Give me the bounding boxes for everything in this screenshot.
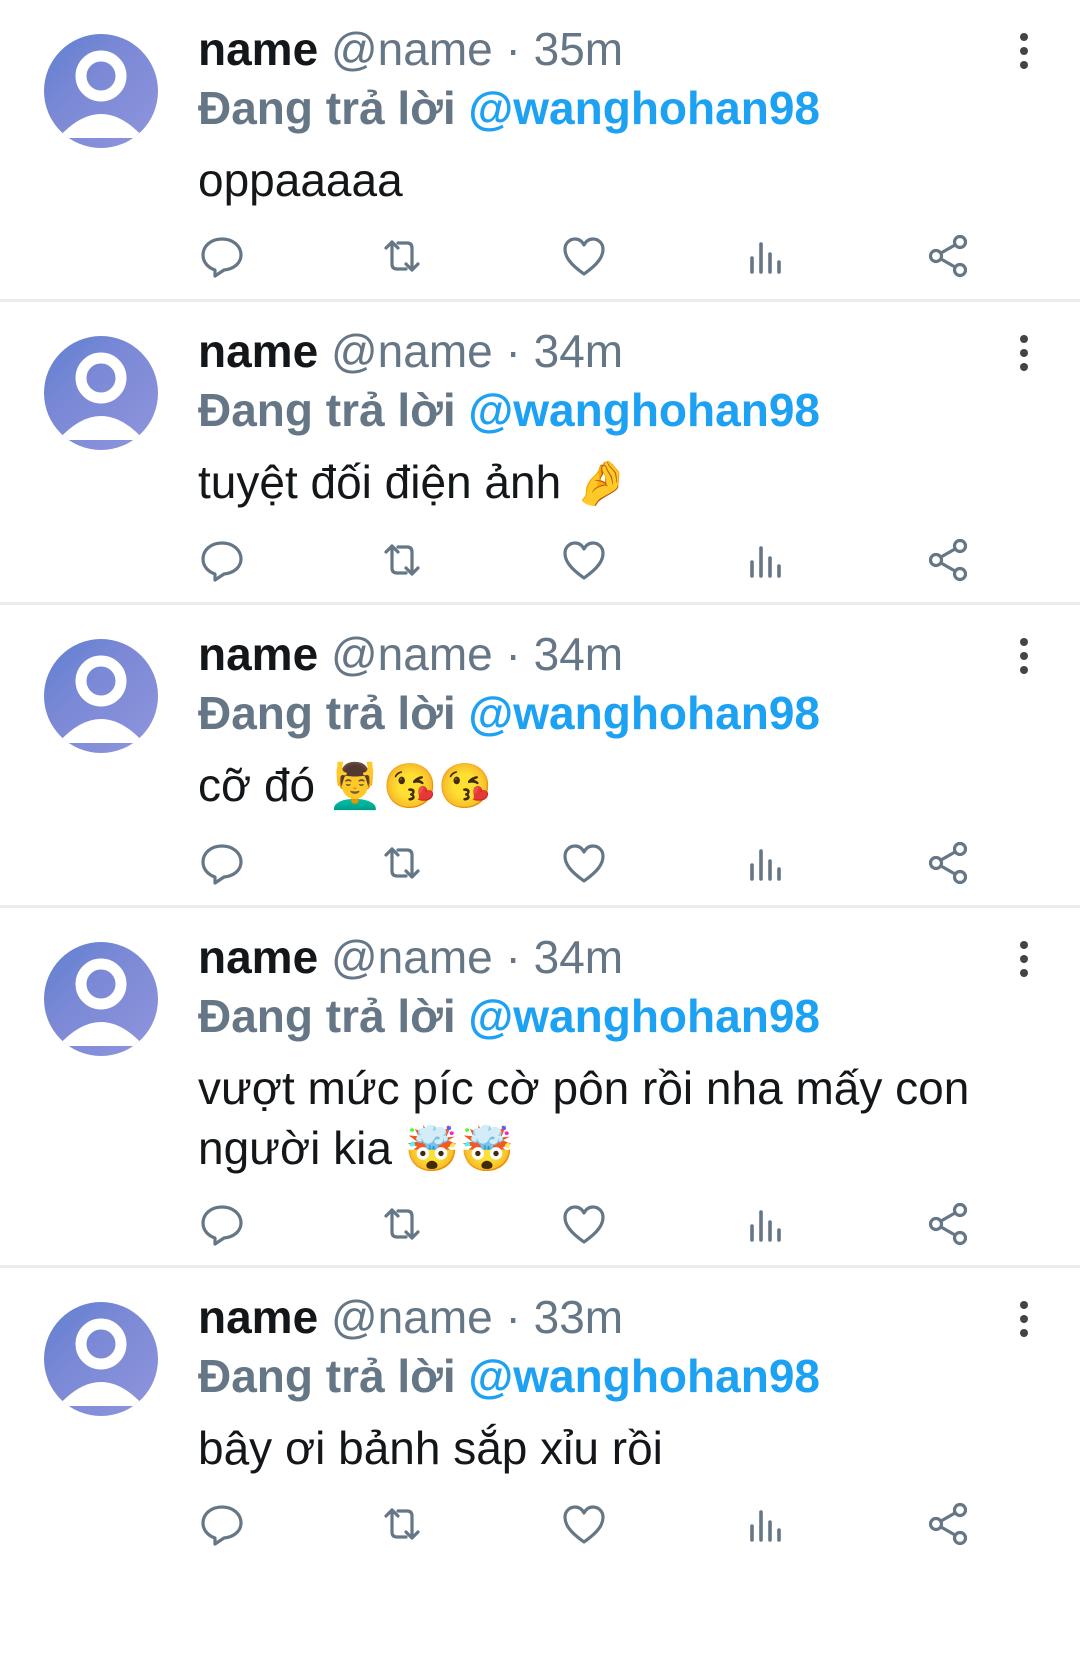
- timestamp[interactable]: 34m: [534, 628, 623, 680]
- reply-feed: name @name · 35m Đang trả lời @wanghohan…: [0, 0, 1080, 1655]
- replying-to-label: Đang trả lời: [198, 1350, 456, 1402]
- mention-link[interactable]: @wanghohan98: [468, 384, 820, 436]
- user-handle[interactable]: @name: [331, 628, 493, 680]
- tweet-header: name @name · 33m: [198, 1286, 1020, 1348]
- replying-to-label: Đang trả lời: [198, 687, 456, 739]
- replying-to-label: Đang trả lời: [198, 990, 456, 1042]
- mention-link[interactable]: @wanghohan98: [468, 82, 820, 134]
- mention-link[interactable]: @wanghohan98: [468, 1350, 820, 1402]
- analytics-icon[interactable]: [742, 1500, 790, 1548]
- tweet[interactable]: name @name · 34m Đang trả lời @wanghohan…: [0, 605, 1080, 908]
- heart-icon[interactable]: [560, 1500, 608, 1548]
- tweet-header: name @name · 34m: [198, 926, 1020, 988]
- emoji: 🤯🤯: [404, 1125, 515, 1174]
- timestamp[interactable]: 34m: [534, 325, 623, 377]
- share-icon[interactable]: [924, 536, 972, 584]
- avatar[interactable]: [44, 1302, 158, 1416]
- tweet-text: bây ơi bảnh sắp xỉu rồi: [198, 1418, 1020, 1478]
- replying-to-label: Đang trả lời: [198, 82, 456, 134]
- heart-icon[interactable]: [560, 1200, 608, 1248]
- tweet[interactable]: name @name · 33m Đang trả lời @wanghohan…: [0, 1268, 1080, 1655]
- reply-icon[interactable]: [198, 1200, 246, 1248]
- display-name[interactable]: name: [198, 628, 318, 680]
- separator-dot: ·: [505, 23, 521, 75]
- display-name[interactable]: name: [198, 931, 318, 983]
- more-vertical-icon[interactable]: [1008, 332, 1040, 374]
- tweet-text-body: cỡ đó: [198, 759, 316, 811]
- more-vertical-icon[interactable]: [1008, 30, 1040, 72]
- user-handle[interactable]: @name: [331, 325, 493, 377]
- reply-icon[interactable]: [198, 839, 246, 887]
- emoji: 💆‍♂️😘😘: [327, 762, 493, 811]
- reply-icon[interactable]: [198, 232, 246, 280]
- action-bar: [198, 232, 1018, 288]
- tweet-header: name @name · 34m: [198, 320, 1020, 382]
- separator-dot: ·: [505, 931, 521, 983]
- tweet[interactable]: name @name · 34m Đang trả lời @wanghohan…: [0, 302, 1080, 605]
- mention-link[interactable]: @wanghohan98: [468, 687, 820, 739]
- display-name[interactable]: name: [198, 325, 318, 377]
- timestamp[interactable]: 33m: [534, 1291, 623, 1343]
- tweet-text: vượt mức píc cờ pôn rồi nha mấy con ngườ…: [198, 1058, 1020, 1180]
- mention-link[interactable]: @wanghohan98: [468, 990, 820, 1042]
- display-name[interactable]: name: [198, 23, 318, 75]
- display-name[interactable]: name: [198, 1291, 318, 1343]
- heart-icon[interactable]: [560, 839, 608, 887]
- emoji: 🤌: [573, 459, 629, 508]
- replying-to-label: Đang trả lời: [198, 384, 456, 436]
- replying-to: Đang trả lời @wanghohan98: [198, 685, 1020, 741]
- more-vertical-icon[interactable]: [1008, 938, 1040, 980]
- replying-to: Đang trả lời @wanghohan98: [198, 382, 1020, 438]
- action-bar: [198, 1500, 1018, 1556]
- reply-icon[interactable]: [198, 1500, 246, 1548]
- retweet-icon[interactable]: [378, 839, 426, 887]
- timestamp[interactable]: 34m: [534, 931, 623, 983]
- retweet-icon[interactable]: [378, 1200, 426, 1248]
- action-bar: [198, 1200, 1018, 1256]
- tweet[interactable]: name @name · 35m Đang trả lời @wanghohan…: [0, 0, 1080, 302]
- separator-dot: ·: [505, 1291, 521, 1343]
- share-icon[interactable]: [924, 1500, 972, 1548]
- action-bar: [198, 536, 1018, 592]
- more-vertical-icon[interactable]: [1008, 635, 1040, 677]
- analytics-icon[interactable]: [742, 536, 790, 584]
- tweet-text: oppaaaaa: [198, 150, 1020, 210]
- avatar[interactable]: [44, 34, 158, 148]
- heart-icon[interactable]: [560, 232, 608, 280]
- analytics-icon[interactable]: [742, 839, 790, 887]
- retweet-icon[interactable]: [378, 536, 426, 584]
- share-icon[interactable]: [924, 1200, 972, 1248]
- tweet-text-body: tuyệt đối điện ảnh: [198, 456, 562, 508]
- tweet-text: cỡ đó 💆‍♂️😘😘: [198, 755, 1020, 817]
- share-icon[interactable]: [924, 839, 972, 887]
- analytics-icon[interactable]: [742, 232, 790, 280]
- retweet-icon[interactable]: [378, 1500, 426, 1548]
- replying-to: Đang trả lời @wanghohan98: [198, 80, 1020, 136]
- reply-icon[interactable]: [198, 536, 246, 584]
- tweet-text-body: oppaaaaa: [198, 154, 403, 206]
- action-bar: [198, 839, 1018, 895]
- replying-to: Đang trả lời @wanghohan98: [198, 988, 1020, 1044]
- user-handle[interactable]: @name: [331, 1291, 493, 1343]
- user-handle[interactable]: @name: [331, 931, 493, 983]
- replying-to: Đang trả lời @wanghohan98: [198, 1348, 1020, 1404]
- user-handle[interactable]: @name: [331, 23, 493, 75]
- tweet-text-body: bây ơi bảnh sắp xỉu rồi: [198, 1422, 663, 1474]
- tweet[interactable]: name @name · 34m Đang trả lời @wanghohan…: [0, 908, 1080, 1268]
- timestamp[interactable]: 35m: [534, 23, 623, 75]
- avatar[interactable]: [44, 639, 158, 753]
- share-icon[interactable]: [924, 232, 972, 280]
- avatar[interactable]: [44, 336, 158, 450]
- tweet-text-body: vượt mức píc cờ pôn rồi nha mấy con ngườ…: [198, 1062, 970, 1174]
- retweet-icon[interactable]: [378, 232, 426, 280]
- analytics-icon[interactable]: [742, 1200, 790, 1248]
- separator-dot: ·: [505, 628, 521, 680]
- avatar[interactable]: [44, 942, 158, 1056]
- heart-icon[interactable]: [560, 536, 608, 584]
- separator-dot: ·: [505, 325, 521, 377]
- more-vertical-icon[interactable]: [1008, 1298, 1040, 1340]
- tweet-header: name @name · 34m: [198, 623, 1020, 685]
- tweet-text: tuyệt đối điện ảnh 🤌: [198, 452, 1020, 514]
- tweet-header: name @name · 35m: [198, 18, 1020, 80]
